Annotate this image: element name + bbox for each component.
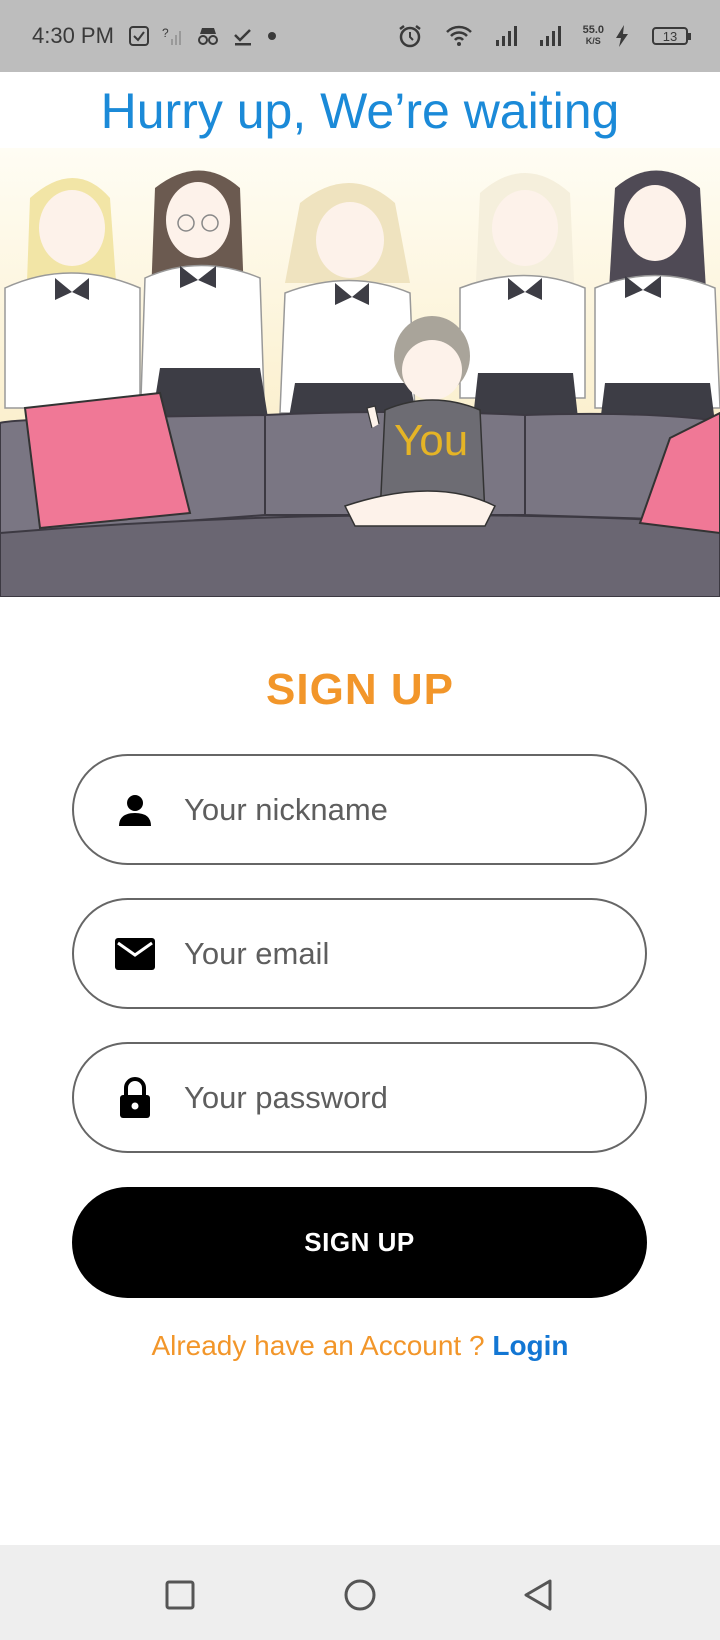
signup-title: SIGN UP xyxy=(266,665,454,714)
status-time: 4:30 PM xyxy=(32,23,114,48)
login-prompt: Already have an Account ? Login xyxy=(0,1330,720,1362)
character-2 xyxy=(139,170,268,429)
wifi-icon xyxy=(445,24,473,48)
incognito-icon xyxy=(196,25,220,47)
login-link[interactable]: Login xyxy=(492,1330,568,1361)
dot-icon xyxy=(266,30,278,42)
back-icon[interactable] xyxy=(518,1575,558,1615)
recent-apps-icon[interactable] xyxy=(160,1575,200,1615)
speed-unit: K/S xyxy=(585,36,601,46)
person-icon xyxy=(110,785,160,835)
signal-icon xyxy=(495,25,517,47)
character-5 xyxy=(594,170,720,423)
password-input[interactable] xyxy=(182,1078,606,1117)
nickname-field[interactable] xyxy=(72,754,647,865)
mail-icon xyxy=(110,929,160,979)
hero-artwork xyxy=(0,170,720,597)
charging-icon xyxy=(614,24,630,48)
navigation-bar xyxy=(0,1545,720,1640)
battery-level: 13 xyxy=(662,28,678,44)
character-3 xyxy=(279,183,418,423)
alarm-icon xyxy=(397,23,423,49)
signal-icon-2 xyxy=(539,25,561,47)
download-done-icon xyxy=(232,25,254,47)
hero-illustration: You xyxy=(0,148,720,597)
no-signal-icon: ? xyxy=(162,25,184,47)
character-4 xyxy=(459,173,586,418)
password-field[interactable] xyxy=(72,1042,647,1153)
lock-icon xyxy=(110,1073,160,1123)
network-speed: 55.0 K/S xyxy=(583,25,604,47)
already-have-account-text: Already have an Account ? xyxy=(151,1330,493,1361)
nickname-input[interactable] xyxy=(182,790,606,829)
you-label: You xyxy=(394,416,469,465)
character-1 xyxy=(4,178,141,409)
home-icon[interactable] xyxy=(340,1575,380,1615)
email-input[interactable] xyxy=(182,934,606,973)
speed-value: 55.0 xyxy=(582,24,604,36)
svg-text:?: ? xyxy=(162,26,169,40)
hero-title: Hurry up, We’re waiting xyxy=(100,83,620,139)
signup-button[interactable]: SIGN UP xyxy=(72,1187,647,1298)
checkbox-icon xyxy=(128,25,150,47)
battery-icon: 13 xyxy=(652,27,691,45)
email-field[interactable] xyxy=(72,898,647,1009)
status-bar: 4:30 PM ? 55.0 K/S 13 xyxy=(0,0,720,72)
